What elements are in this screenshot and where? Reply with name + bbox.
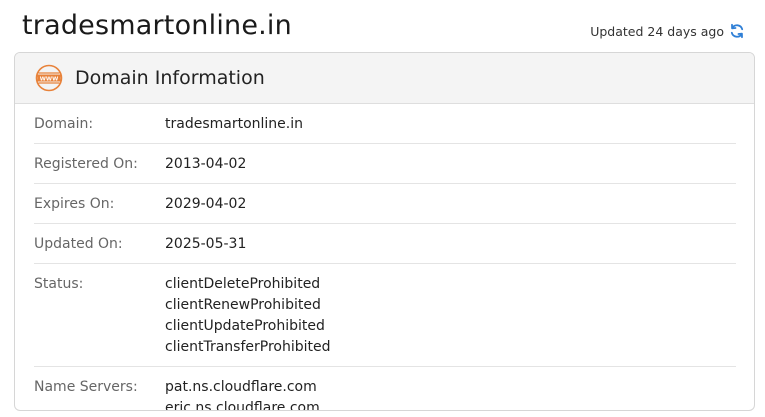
row-domain: Domain: tradesmartonline.in [34, 104, 736, 144]
updated-text: Updated 24 days ago [590, 23, 724, 39]
row-value: pat.ns.cloudflare.com eric.ns.cloudflare… [165, 377, 320, 411]
site-title: tradesmartonline.in [22, 10, 292, 41]
domain-info-rows: Domain: tradesmartonline.in Registered O… [15, 104, 754, 411]
status-value: clientRenewProhibited [165, 297, 321, 313]
domain-value: tradesmartonline.in [165, 116, 303, 132]
row-name-servers: Name Servers: pat.ns.cloudflare.com eric… [34, 367, 736, 411]
updated-status: Updated 24 days ago [590, 23, 745, 39]
status-value: clientDeleteProhibited [165, 276, 321, 292]
row-expires-on: Expires On: 2029-04-02 [34, 184, 736, 224]
row-label: Registered On: [34, 156, 138, 172]
status-value: clientTransferProhibited [165, 339, 331, 355]
domain-information-card: WWW Domain Information Domain: tradesmar… [14, 52, 755, 411]
row-label: Updated On: [34, 236, 123, 252]
name-server-value: pat.ns.cloudflare.com [165, 379, 317, 395]
row-label: Name Servers: [34, 379, 138, 395]
row-registered-on: Registered On: 2013-04-02 [34, 144, 736, 184]
card-header: WWW Domain Information [15, 53, 754, 104]
www-globe-icon: WWW [35, 64, 63, 92]
expires-on-value: 2029-04-02 [165, 196, 247, 212]
name-server-value: eric.ns.cloudflare.com [165, 400, 320, 411]
row-status: Status: clientDeleteProhibited clientRen… [34, 264, 736, 367]
svg-text:WWW: WWW [40, 76, 59, 82]
registered-on-value: 2013-04-02 [165, 156, 247, 172]
row-label: Status: [34, 276, 84, 292]
row-value: 2029-04-02 [165, 194, 246, 215]
row-label: Domain: [34, 116, 94, 132]
row-value: 2025-05-31 [165, 234, 246, 255]
row-updated-on: Updated On: 2025-05-31 [34, 224, 736, 264]
row-label: Expires On: [34, 196, 115, 212]
updated-on-value: 2025-05-31 [165, 236, 247, 252]
status-value: clientUpdateProhibited [165, 318, 325, 334]
row-value: 2013-04-02 [165, 154, 246, 175]
page: tradesmartonline.in Updated 24 days ago … [0, 0, 765, 417]
refresh-icon[interactable] [729, 23, 745, 39]
card-title: Domain Information [75, 67, 265, 89]
row-value: clientDeleteProhibited clientRenewProhib… [165, 274, 330, 358]
row-value: tradesmartonline.in [165, 114, 303, 135]
